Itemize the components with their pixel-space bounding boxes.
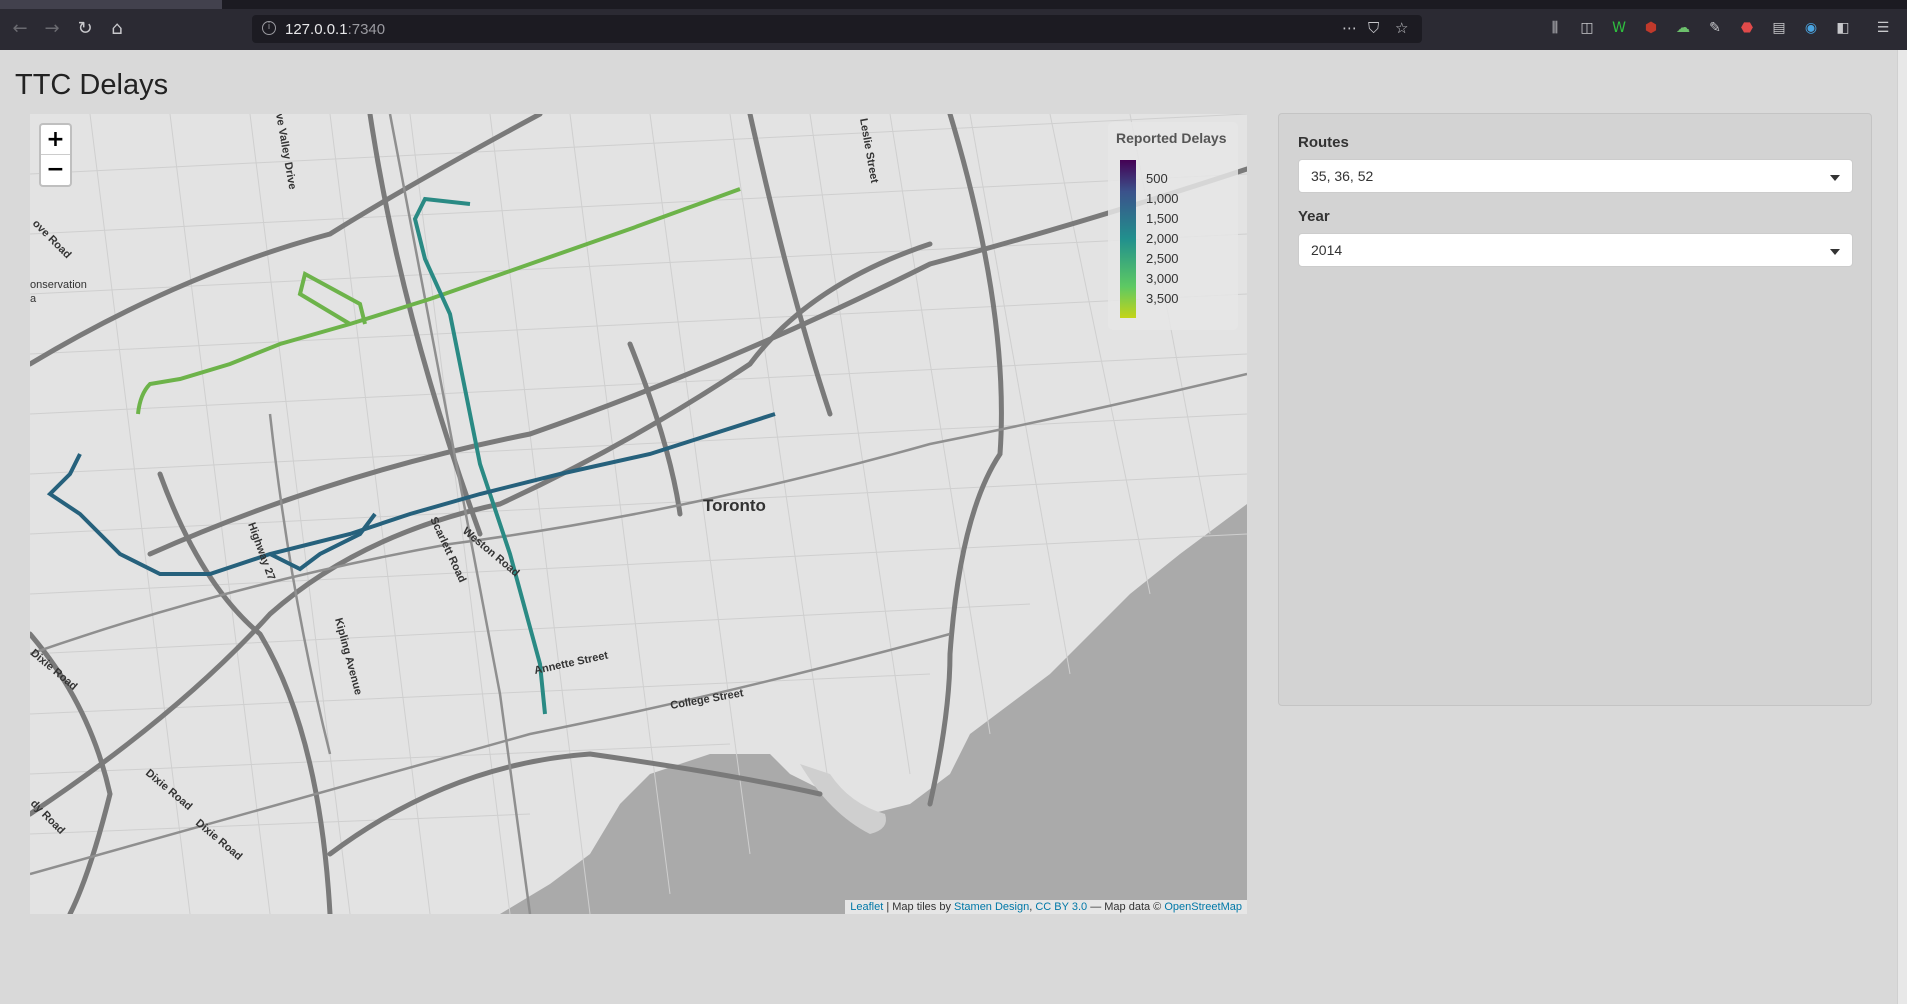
street-label-college: College Street: [669, 687, 744, 712]
year-label: Year: [1298, 208, 1330, 225]
extension-w-icon[interactable]: W: [1610, 19, 1628, 37]
browser-tab[interactable]: [0, 0, 222, 9]
license-link[interactable]: CC BY 3.0: [1035, 901, 1087, 913]
route-green[interactable]: [136, 187, 741, 415]
attribution-text: | Map tiles by: [883, 901, 955, 913]
legend-color-scale: 500 1,000 1,500 2,000 2,500 3,000 3,500: [1120, 160, 1179, 318]
legend-tick: 1,500: [1146, 211, 1179, 226]
browser-toolbar: ← → ↻ ⌂ i 127.0.0.1:7340 ⋯ ⛉ ☆ ⫼ ◫ W ⬢ ☁…: [0, 0, 1907, 50]
legend-tick: 500: [1146, 171, 1168, 186]
extension-red-icon[interactable]: ⬣: [1738, 19, 1756, 37]
library-icon[interactable]: ⫼: [1546, 19, 1564, 37]
page-scrollbar[interactable]: [1897, 50, 1907, 1004]
reload-icon[interactable]: ↻: [72, 16, 98, 42]
street-label-annette: Annette Street: [533, 649, 609, 676]
sidebar-toggle-icon[interactable]: ◫: [1578, 19, 1596, 37]
info-icon[interactable]: i: [262, 21, 276, 35]
zoom-out-button[interactable]: −: [41, 155, 70, 185]
map-attribution: Leaflet | Map tiles by Stamen Design, CC…: [845, 900, 1247, 914]
year-select[interactable]: 2014: [1298, 233, 1853, 267]
chevron-down-icon[interactable]: [1830, 175, 1840, 181]
chevron-down-icon[interactable]: [1830, 249, 1840, 255]
forward-icon[interactable]: →: [39, 16, 65, 42]
reader-icon[interactable]: ◧: [1834, 19, 1852, 37]
extension-blue-icon[interactable]: ◉: [1802, 19, 1820, 37]
street-label-ove: ove Road: [30, 218, 73, 261]
routes-select-value: 35, 36, 52: [1311, 168, 1374, 184]
page-title: TTC Delays: [15, 69, 169, 101]
street-label-leslie: Leslie Street: [857, 117, 880, 184]
tab-strip: [0, 0, 1907, 9]
legend-tick: 3,000: [1146, 271, 1179, 286]
more-actions-icon[interactable]: ⋯: [1342, 19, 1357, 37]
street-label-valley: ve Valley Drive: [273, 114, 298, 190]
street-label-dixie-2: Dixie Road: [143, 767, 194, 813]
pen-icon[interactable]: ✎: [1706, 19, 1724, 37]
legend-tick: 3,500: [1146, 291, 1179, 306]
map-tiles[interactable]: Toronto Leslie Street Scarlett Road West…: [30, 114, 1247, 914]
routes-select[interactable]: 35, 36, 52: [1298, 159, 1853, 193]
map-legend: Reported Delays 500 1,000 1,500 2,000 2,…: [1108, 122, 1238, 330]
stamen-link[interactable]: Stamen Design: [954, 901, 1029, 913]
ublock-icon[interactable]: ⬢: [1642, 19, 1660, 37]
legend-tick: 2,000: [1146, 231, 1179, 246]
legend-tick: 2,500: [1146, 251, 1179, 266]
street-label-conservation: onservation: [30, 279, 87, 291]
city-label: Toronto: [703, 496, 766, 515]
legend-tick: 1,000: [1146, 191, 1179, 206]
menu-icon[interactable]: ☰: [1874, 19, 1892, 37]
osm-link[interactable]: OpenStreetMap: [1164, 901, 1242, 913]
routes-label: Routes: [1298, 134, 1349, 151]
back-icon[interactable]: ←: [7, 16, 33, 42]
attribution-text: — Map data ©: [1087, 901, 1165, 913]
year-select-value: 2014: [1311, 242, 1343, 258]
bookmark-star-icon[interactable]: ☆: [1395, 19, 1408, 37]
legend-title: Reported Delays: [1116, 130, 1227, 146]
url-text[interactable]: 127.0.0.1:7340: [285, 21, 385, 38]
extension-badge-icon[interactable]: ☁: [1674, 19, 1692, 37]
street-label-a: a: [30, 293, 37, 305]
street-label-dixie-1: Dixie Road: [30, 647, 79, 693]
street-label-dixie-3: Dixie Road: [193, 817, 244, 863]
street-label-kipling: Kipling Avenue: [332, 617, 364, 697]
document-icon[interactable]: ▤: [1770, 19, 1788, 37]
map-container[interactable]: Toronto Leslie Street Scarlett Road West…: [30, 114, 1247, 914]
home-icon[interactable]: ⌂: [104, 16, 130, 42]
zoom-control: + −: [39, 123, 72, 187]
filter-panel: Routes 35, 36, 52 Year 2014: [1278, 113, 1872, 706]
leaflet-link[interactable]: Leaflet: [850, 901, 883, 913]
zoom-in-button[interactable]: +: [41, 125, 70, 155]
url-bar[interactable]: i 127.0.0.1:7340 ⋯ ⛉ ☆: [252, 15, 1422, 43]
pocket-icon[interactable]: ⛉: [1368, 19, 1379, 37]
